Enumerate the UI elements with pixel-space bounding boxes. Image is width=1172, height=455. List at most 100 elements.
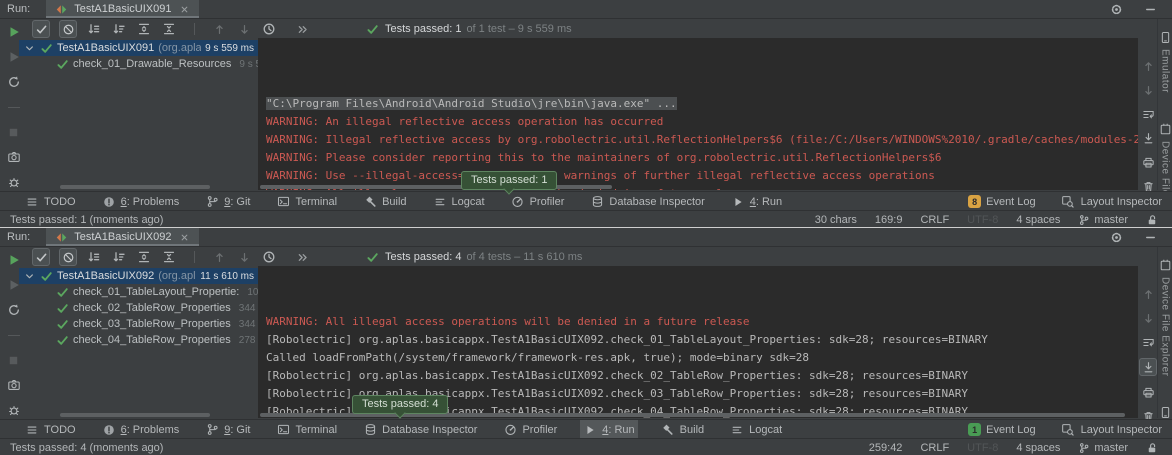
- encoding[interactable]: UTF-8: [967, 442, 998, 454]
- rerun-button[interactable]: [6, 252, 22, 268]
- tab-todo[interactable]: TODO: [22, 192, 79, 211]
- test-name: check_01_Drawable_Resources: [73, 58, 231, 70]
- tab-profiler[interactable]: Profiler: [508, 192, 568, 211]
- tab-problems[interactable]: 6 : Problems: [99, 192, 183, 211]
- tab-database-inspector[interactable]: Database Inspector: [360, 420, 480, 439]
- check_04_TableRow_Properties[interactable]: check_04_TableRow_Properties 278 ms: [19, 332, 258, 348]
- tree-scrollbar[interactable]: [60, 185, 210, 189]
- tab-terminal[interactable]: Terminal: [273, 420, 340, 439]
- layout-inspector-button[interactable]: Layout Inspector: [1060, 422, 1162, 438]
- print-button[interactable]: [1140, 384, 1156, 400]
- tab-emulator[interactable]: Emulator: [1159, 31, 1172, 93]
- gear-icon[interactable]: [1108, 1, 1124, 17]
- previous-failed-test-button[interactable]: [211, 249, 227, 265]
- sort-alphabetically-button[interactable]: [86, 249, 102, 265]
- tab-git[interactable]: 9 : Git: [202, 192, 253, 211]
- run-config-tab[interactable]: TestA1BasicUIX091: [46, 0, 199, 18]
- tab-git[interactable]: 9 : Git: [202, 420, 253, 439]
- caret-position[interactable]: 169:9: [875, 214, 903, 226]
- git-branch-indicator[interactable]: master: [1078, 214, 1128, 226]
- tab-profiler[interactable]: Profiler: [500, 420, 560, 439]
- more-icon[interactable]: [294, 21, 310, 37]
- TestA1BasicUIX091[interactable]: TestA1BasicUIX091 (org.aplas.basica 9 s …: [19, 40, 258, 56]
- tab-todo[interactable]: TODO: [22, 420, 79, 439]
- console-scrollbar[interactable]: [260, 185, 612, 189]
- TestA1BasicUIX092[interactable]: TestA1BasicUIX092 (org.aplas.basica 11 s…: [19, 268, 258, 284]
- tree-scrollbar[interactable]: [60, 413, 210, 417]
- sort-alphabetically-button[interactable]: [86, 21, 102, 37]
- gear-icon[interactable]: [1108, 229, 1124, 245]
- indent[interactable]: 4 spaces: [1016, 214, 1060, 226]
- next-occurrence-button[interactable]: [1140, 82, 1156, 98]
- test-history-button[interactable]: [261, 21, 277, 37]
- run-tab-label: TestA1BasicUIX092: [74, 231, 171, 243]
- toolbar-icon[interactable]: [186, 249, 202, 265]
- sort-by-duration-button[interactable]: [111, 21, 127, 37]
- more-icon[interactable]: [294, 249, 310, 265]
- tab-build[interactable]: Build: [360, 192, 409, 211]
- collapse-all-button[interactable]: [161, 21, 177, 37]
- rerun-button[interactable]: [6, 24, 22, 40]
- tab-logcat[interactable]: Logcat: [430, 192, 488, 211]
- tab-device-file-explorer[interactable]: Device File Explorer: [1159, 259, 1172, 376]
- check_01_TableLayout_Propertie:[interactable]: check_01_TableLayout_Propertie: 10 s 644…: [19, 284, 258, 300]
- line-ending[interactable]: CRLF: [920, 214, 949, 226]
- git-branch-indicator[interactable]: master: [1078, 442, 1128, 454]
- hide-icon[interactable]: [1142, 1, 1158, 17]
- event-log-badge: 1: [968, 423, 981, 436]
- expand-all-button[interactable]: [136, 21, 152, 37]
- previous-failed-test-button[interactable]: [211, 21, 227, 37]
- soft-wrap-button[interactable]: [1140, 106, 1156, 122]
- line-ending[interactable]: CRLF: [920, 442, 949, 454]
- check_02_TableRow_Properties[interactable]: check_02_TableRow_Properties 344 ms: [19, 300, 258, 316]
- tool-tab-icon: [1159, 123, 1172, 136]
- soft-wrap-button[interactable]: [1140, 334, 1156, 350]
- event-log-button[interactable]: 1 Event Log: [968, 423, 1036, 436]
- tab-run[interactable]: 4 : Run: [728, 192, 785, 211]
- lock-icon[interactable]: [1146, 442, 1162, 454]
- layout-inspector-button[interactable]: Layout Inspector: [1060, 194, 1162, 210]
- chevron-down-icon[interactable]: [23, 270, 36, 283]
- next-occurrence-button[interactable]: [1140, 310, 1156, 326]
- previous-occurrence-button[interactable]: [1140, 58, 1156, 74]
- tab-build[interactable]: Build: [658, 420, 707, 439]
- toolbar-icon[interactable]: [186, 21, 202, 37]
- print-button[interactable]: [1140, 154, 1156, 170]
- show-ignored-button[interactable]: [59, 20, 77, 38]
- lock-icon[interactable]: [1146, 214, 1162, 226]
- tab-database-inspector[interactable]: Database Inspector: [587, 192, 707, 211]
- show-passed-button[interactable]: [32, 20, 50, 38]
- check_03_TableRow_Properties[interactable]: check_03_TableRow_Properties 344 ms: [19, 316, 258, 332]
- previous-occurrence-button[interactable]: [1140, 286, 1156, 302]
- sort-by-duration-button[interactable]: [111, 249, 127, 265]
- char-count[interactable]: 30 chars: [815, 214, 857, 226]
- tab-run[interactable]: 4 : Run: [580, 420, 637, 439]
- run-config-tab[interactable]: TestA1BasicUIX092: [46, 228, 199, 246]
- tab-problems[interactable]: 6 : Problems: [99, 420, 183, 439]
- console-output[interactable]: "C:\Program Files\Android\Android Studio…: [258, 38, 1138, 190]
- tool-tab-icon: [1159, 406, 1172, 419]
- close-icon[interactable]: [176, 229, 192, 245]
- indent[interactable]: 4 spaces: [1016, 442, 1060, 454]
- tab-logcat[interactable]: Logcat: [727, 420, 785, 439]
- test-history-button[interactable]: [261, 249, 277, 265]
- hide-icon[interactable]: [1142, 229, 1158, 245]
- console-line: WARNING: All illegal access operations w…: [266, 313, 1138, 331]
- check_01_Drawable_Resources[interactable]: check_01_Drawable_Resources 9 s 559 ms: [19, 56, 258, 72]
- show-ignored-button[interactable]: [59, 248, 77, 266]
- show-passed-button[interactable]: [32, 248, 50, 266]
- close-icon[interactable]: [176, 1, 192, 17]
- tab-terminal[interactable]: Terminal: [273, 192, 340, 211]
- caret-position[interactable]: 259:42: [869, 442, 903, 454]
- encoding[interactable]: UTF-8: [967, 214, 998, 226]
- test-name: check_01_TableLayout_Propertie:: [73, 286, 239, 298]
- test-name: TestA1BasicUIX091: [57, 42, 154, 54]
- scroll-to-end-button[interactable]: [1140, 130, 1156, 146]
- collapse-all-button[interactable]: [161, 249, 177, 265]
- next-failed-test-button[interactable]: [236, 249, 252, 265]
- chevron-down-icon[interactable]: [23, 42, 36, 55]
- expand-all-button[interactable]: [136, 249, 152, 265]
- next-failed-test-button[interactable]: [236, 21, 252, 37]
- scroll-to-end-button[interactable]: [1139, 358, 1157, 376]
- event-log-button[interactable]: 8 Event Log: [968, 195, 1036, 208]
